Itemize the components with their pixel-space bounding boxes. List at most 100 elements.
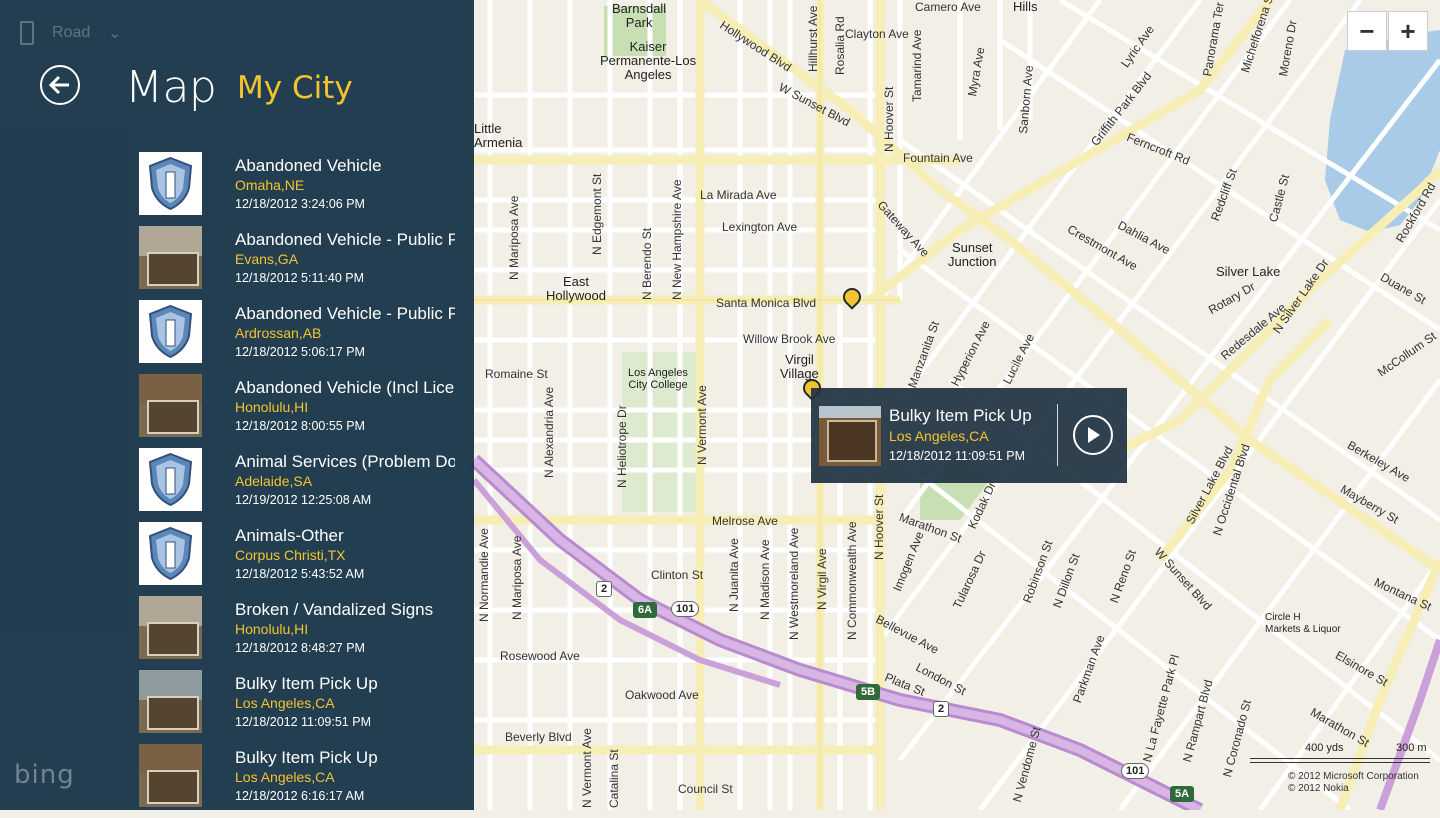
report-text: Broken / Vandalized Signs Honolulu,HI 12/1… (235, 596, 455, 670)
street-label: N Alexandria Ave (542, 386, 556, 478)
map-style-label: Road (52, 24, 91, 41)
report-text: Abandoned Vehicle Omaha,NE 12/18/2012 3:24… (235, 152, 455, 226)
street-label: Hillhurst Ave (806, 5, 820, 72)
report-location: Ardrossan,AB (235, 325, 322, 341)
report-location: Honolulu,HI (235, 621, 309, 637)
map-style-bar[interactable]: Road ⌄ (20, 18, 122, 48)
report-list-item[interactable]: Abandoned Vehicle - Public Pr Ardrossan,A… (139, 300, 459, 374)
chevron-down-icon: ⌄ (108, 25, 122, 42)
report-location: Los Angeles,CA (235, 769, 335, 785)
report-title: Abandoned Vehicle - Public Pr (235, 304, 455, 323)
report-title: Abandoned Vehicle - Public Pr (235, 230, 455, 249)
zoom-in-button[interactable]: + (1388, 11, 1428, 51)
street-label: Santa Monica Blvd (716, 296, 817, 310)
street-label: Fountain Ave (903, 151, 973, 165)
report-date: 12/18/2012 11:09:51 PM (235, 715, 371, 729)
report-date: 12/18/2012 5:43:52 AM (235, 567, 365, 581)
report-date: 12/18/2012 6:16:17 AM (235, 789, 365, 803)
exit-shield: 5B (856, 684, 881, 700)
place-silver-lake: Silver Lake (1216, 264, 1281, 279)
popup-date: 12/18/2012 11:09:51 PM (889, 449, 1025, 463)
place-barnsdall-park: Barnsdall Park (612, 1, 667, 30)
report-title: Animals-Other (235, 526, 344, 545)
report-list-item[interactable]: Abandoned Vehicle (Incl Licen Honolulu,HI… (139, 374, 459, 448)
report-text: Bulky Item Pick Up Los Angeles,CA 12/18/20… (235, 670, 455, 744)
street-label: Oakwood Ave (625, 688, 699, 702)
report-list-item[interactable]: Bulky Item Pick Up Los Angeles,CA 12/18/20… (139, 670, 459, 744)
report-date: 12/19/2012 12:25:08 AM (235, 493, 372, 507)
report-photo (139, 226, 202, 289)
place-east-hollywood: East Hollywood (546, 274, 606, 303)
reports-panel: Road ⌄ Map My City Abandoned Vehicle Omah… (0, 0, 474, 810)
report-date: 12/18/2012 8:48:27 PM (235, 641, 365, 655)
exit-shield: 6A (633, 602, 658, 618)
report-location: Honolulu,HI (235, 399, 309, 415)
popup-title: Bulky Item Pick Up (889, 406, 1032, 425)
place-circle-h-markets: Circle H Markets & Liquor (1265, 612, 1341, 635)
street-label: Willow Brook Ave (743, 332, 836, 346)
page-subtitle: My City (237, 70, 353, 106)
street-label: Lexington Ave (722, 220, 798, 234)
street-label: Beverly Blvd (505, 730, 572, 744)
street-label: La Mirada Ave (700, 188, 777, 202)
report-date: 12/18/2012 8:00:55 PM (235, 419, 365, 433)
play-icon (1088, 427, 1100, 443)
report-location: Omaha,NE (235, 177, 305, 193)
report-popup[interactable]: Bulky Item Pick Up Los Angeles,CA 12/18/… (811, 388, 1127, 483)
open-report-button[interactable] (1073, 415, 1113, 455)
street-label: N Mariposa Ave (507, 195, 521, 281)
scale-yards: 400 yds (1305, 742, 1344, 754)
report-title: Broken / Vandalized Signs (235, 600, 434, 619)
street-label: Clayton Ave (845, 27, 909, 41)
report-text: Abandoned Vehicle - Public Pr Evans,GA 12/… (235, 226, 455, 300)
report-text: Abandoned Vehicle - Public Pr Ardrossan,A… (235, 300, 455, 374)
report-text: Abandoned Vehicle (Incl Licen Honolulu,HI… (235, 374, 455, 448)
street-label: N Heliotrope Dr (615, 405, 629, 488)
report-title: Bulky Item Pick Up (235, 748, 378, 767)
city-shield-icon (139, 522, 202, 585)
street-label: N Normandie Ave (477, 528, 491, 622)
report-photo (139, 374, 202, 437)
street-label: Council St (678, 782, 733, 796)
report-photo (819, 406, 881, 466)
popup-location: Los Angeles,CA (889, 428, 989, 444)
report-list-item[interactable]: Bulky Item Pick Up Los Angeles,CA 12/18/20… (139, 744, 459, 818)
report-text: Animals-Other Corpus Christi,TX 12/18/2012… (235, 522, 455, 596)
place-hills: Hills (1013, 0, 1038, 14)
report-title: Abandoned Vehicle (Incl Licen (235, 378, 455, 397)
report-title: Bulky Item Pick Up (235, 674, 378, 693)
street-label: N Vermont Ave (580, 728, 594, 808)
city-shield-icon (139, 448, 202, 511)
report-list[interactable]: Abandoned Vehicle Omaha,NE 12/18/2012 3:24… (139, 152, 459, 818)
report-list-item[interactable]: Animals-Other Corpus Christi,TX 12/18/2012… (139, 522, 459, 596)
street-label: N New Hampshire Ave (670, 179, 684, 301)
street-label: Melrose Ave (712, 514, 778, 528)
street-label: Romaine St (485, 367, 548, 381)
report-list-item[interactable]: Animal Services (Problem Dog Adelaide,SA 1… (139, 448, 459, 522)
place-little-armenia: Little Armenia (474, 121, 523, 150)
street-label: Rosalia Rd (833, 16, 847, 75)
report-list-item[interactable]: Abandoned Vehicle - Public Pr Evans,GA 12/… (139, 226, 459, 300)
street-label: N Vermont Ave (695, 385, 709, 465)
report-list-item[interactable]: Broken / Vandalized Signs Honolulu,HI 12/1… (139, 596, 459, 670)
place-la-city-college: Los Angeles City College (628, 367, 688, 391)
report-location: Evans,GA (235, 251, 299, 267)
report-date: 12/18/2012 5:11:40 PM (235, 271, 365, 285)
back-button[interactable] (40, 65, 80, 105)
street-label: N Westmoreland Ave (787, 527, 801, 640)
highway-shield: 101 (671, 601, 700, 617)
highway-shield: 2 (596, 581, 613, 597)
street-label: N Hoover St (882, 86, 896, 152)
street-label: N Edgemont St (590, 173, 604, 255)
exit-shield: 5A (1170, 786, 1195, 802)
city-shield-icon (139, 152, 202, 215)
divider (1057, 404, 1058, 466)
zoom-out-button[interactable]: − (1347, 11, 1387, 51)
arrow-left-icon (49, 75, 69, 95)
street-label: N Virgil Ave (815, 548, 829, 610)
report-photo (139, 596, 202, 659)
report-location: Los Angeles,CA (235, 695, 335, 711)
report-list-item[interactable]: Abandoned Vehicle Omaha,NE 12/18/2012 3:24… (139, 152, 459, 226)
report-date: 12/18/2012 3:24:06 PM (235, 197, 365, 211)
page-title: Map (125, 62, 217, 113)
